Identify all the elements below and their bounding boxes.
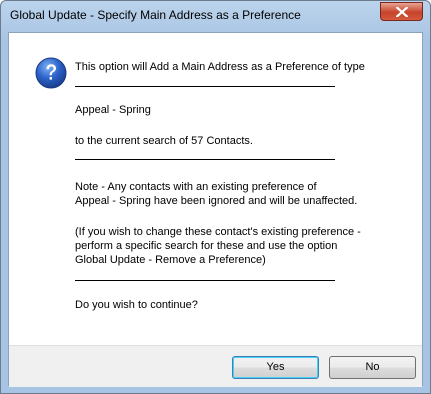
button-bar: Yes No bbox=[9, 345, 422, 387]
note-line: Appeal - Spring have been ignored and wi… bbox=[75, 195, 358, 207]
window-title: Global Update - Specify Main Address as … bbox=[10, 8, 301, 22]
dialog-content: This option will Add a Main Address as a… bbox=[8, 32, 423, 387]
divider bbox=[75, 159, 335, 160]
preference-type: Appeal - Spring bbox=[75, 104, 151, 116]
dialog-window: Global Update - Specify Main Address as … bbox=[0, 0, 431, 394]
divider bbox=[75, 280, 335, 281]
search-scope: to the current search of 57 Contacts. bbox=[75, 135, 253, 147]
yes-button[interactable]: Yes bbox=[232, 356, 319, 379]
note-line: Note - Any contacts with an existing pre… bbox=[75, 181, 317, 193]
close-button[interactable] bbox=[380, 2, 423, 21]
message-intro: This option will Add a Main Address as a… bbox=[75, 61, 365, 73]
question-icon bbox=[35, 57, 67, 89]
hint-line: perform a specific search for these and … bbox=[75, 240, 338, 252]
hint-line: (If you wish to change these contact's e… bbox=[75, 226, 361, 238]
close-icon bbox=[396, 7, 408, 17]
title-bar[interactable]: Global Update - Specify Main Address as … bbox=[1, 1, 430, 32]
continue-question: Do you wish to continue? bbox=[75, 299, 198, 311]
divider bbox=[75, 86, 335, 87]
no-button[interactable]: No bbox=[329, 356, 416, 379]
hint-line: Global Update - Remove a Preference) bbox=[75, 254, 266, 266]
